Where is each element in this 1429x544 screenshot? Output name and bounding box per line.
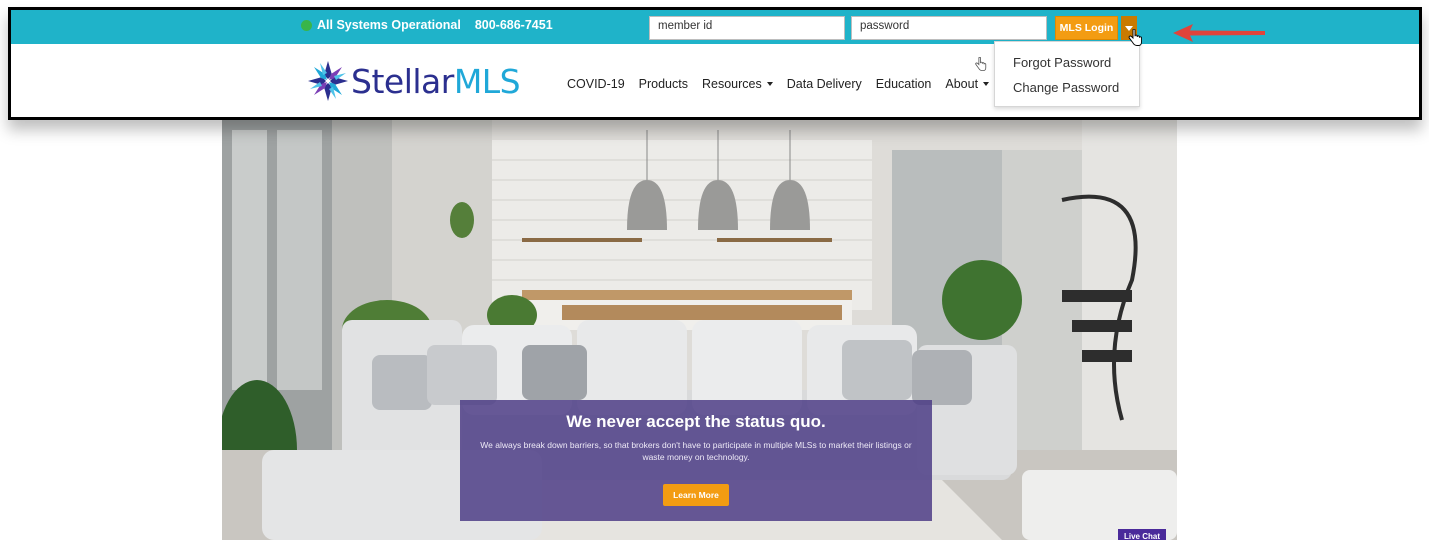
logo-text-stellar: Stellar [351, 61, 454, 101]
status-text: All Systems Operational [317, 18, 461, 32]
nav-label: Data Delivery [786, 77, 862, 91]
system-status[interactable]: All Systems Operational 800-686-7451 [301, 18, 553, 32]
page: All Systems Operational 800-686-7451 mem… [0, 0, 1429, 544]
star-burst-icon [308, 61, 348, 101]
hero-banner: We never accept the status quo. We alway… [222, 120, 1177, 540]
nav-label: Resources [702, 77, 762, 91]
hero-title: We never accept the status quo. [566, 412, 826, 431]
caret-down-icon [983, 82, 990, 86]
password-input[interactable]: password [851, 16, 1047, 40]
nav-label: Products [638, 77, 688, 91]
red-arrow-icon [1173, 24, 1265, 42]
logo-text-mls: MLS [453, 61, 521, 101]
caret-down-icon [766, 82, 773, 86]
mls-login-button[interactable]: MLS Login [1055, 16, 1118, 40]
hand-cursor-icon [1128, 29, 1142, 46]
nav-about[interactable]: About [945, 77, 990, 91]
phone-number[interactable]: 800-686-7451 [475, 18, 553, 32]
live-chat-button[interactable]: Live Chat [1118, 529, 1166, 540]
nav-label: COVID-19 [567, 77, 625, 91]
change-password-link[interactable]: Change Password [1013, 80, 1119, 95]
learn-more-button[interactable]: Learn More [663, 484, 729, 506]
nav-resources[interactable]: Resources [702, 77, 773, 91]
site-header: All Systems Operational 800-686-7451 mem… [8, 7, 1422, 120]
stellar-mls-logo[interactable]: StellarMLS [307, 60, 521, 102]
logo-text: StellarMLS [351, 61, 521, 101]
nav-products[interactable]: Products [639, 77, 688, 91]
nav-data-delivery[interactable]: Data Delivery [787, 77, 862, 91]
login-dropdown-menu: Forgot Password Change Password [994, 41, 1140, 107]
nav-label: Education [875, 77, 932, 91]
status-dot-icon [301, 19, 312, 31]
pointer-cursor-icon [975, 57, 987, 71]
nav-covid-19[interactable]: COVID-19 [567, 77, 625, 91]
forgot-password-link[interactable]: Forgot Password [1013, 55, 1111, 70]
hero-body: We always break down barriers, so that b… [480, 440, 912, 462]
nav-education[interactable]: Education [876, 77, 932, 91]
main-nav: COVID-19 Products Resources Data Deliver… [567, 77, 1003, 91]
nav-label: About [945, 77, 979, 91]
hero-overlay: We never accept the status quo. We alway… [460, 400, 932, 521]
member-id-input[interactable]: member id [649, 16, 845, 40]
